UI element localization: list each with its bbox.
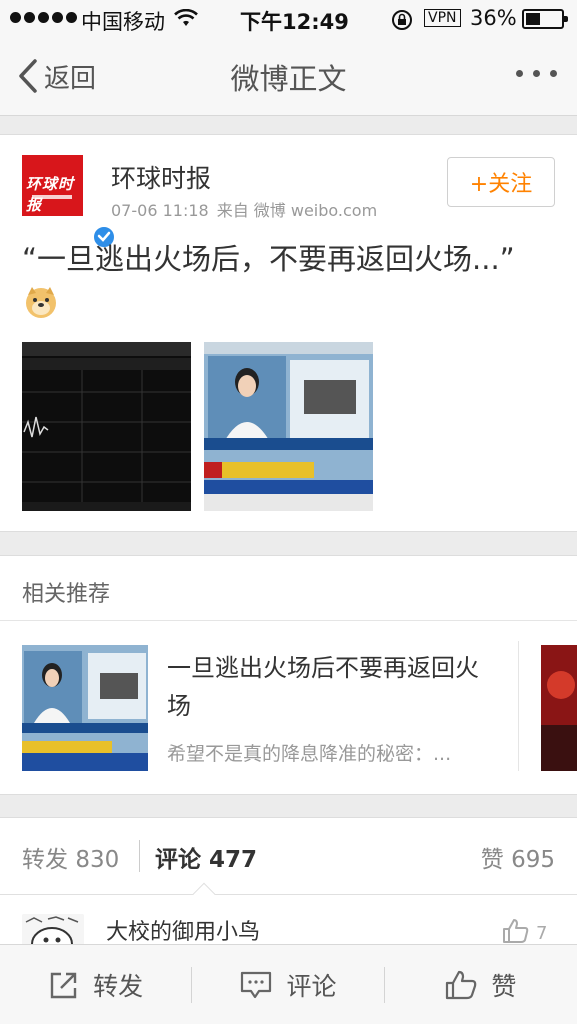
related-item[interactable]: 一旦逃出火场后不要再返回火场 希望不是真的降息降准的秘密：... — [0, 621, 520, 796]
comment-bubble-icon — [241, 971, 272, 998]
interaction-tabs: 转发 830 评论 477 赞 695 大校的御用小鸟 7 — [0, 817, 577, 948]
tab-reposts[interactable]: 转发 830 — [22, 840, 119, 874]
comment-like-count: 7 — [536, 923, 548, 944]
comment-username[interactable]: 大校的御用小鸟 — [106, 914, 260, 946]
comment-avatar[interactable] — [22, 914, 84, 948]
share-icon — [50, 972, 77, 998]
related-item-description: 希望不是真的降息降准的秘密：... — [167, 743, 452, 765]
vpn-badge: VPN — [424, 9, 461, 27]
related-section: 相关推荐 一旦逃出火场后不要再返回火场 希望不是真的降息降准的秘密：... — [0, 555, 577, 795]
battery-icon — [522, 9, 568, 29]
status-bar: 中国移动 下午12:49 VPN 36% — [0, 0, 577, 38]
like-button[interactable]: 赞 — [385, 945, 577, 1024]
comment-button[interactable]: 评论 — [192, 945, 384, 1024]
post-image-2[interactable] — [204, 342, 373, 511]
battery-percentage: 36% — [470, 6, 517, 30]
rotation-lock-icon — [392, 10, 412, 30]
post-time: 07-06 11:18 — [111, 201, 209, 220]
related-item-thumbnail — [22, 645, 148, 771]
tab-likes-label: 赞 — [480, 847, 504, 873]
related-item-headline: 一旦逃出火场后不要再返回火场 — [167, 654, 479, 720]
clock: 下午12:49 — [240, 10, 349, 34]
thumbs-up-icon — [503, 919, 529, 943]
page-title: 微博正文 — [230, 62, 347, 96]
tab-comments-count: 477 — [209, 847, 258, 873]
wifi-icon — [174, 9, 198, 26]
post-card: 环球时报 环球时报 07-06 11:18 来自 微博 weibo.com +关注… — [0, 134, 577, 532]
author-name[interactable]: 环球时报 — [111, 159, 211, 195]
post-body: “一旦逃出火场后，不要再返回火场...” — [22, 242, 515, 276]
post-source: 来自 微博 weibo.com — [216, 201, 378, 220]
tab-reposts-label: 转发 — [22, 847, 68, 873]
tab-reposts-count: 830 — [75, 847, 120, 873]
comment-like-button[interactable]: 7 — [502, 918, 547, 944]
doge-emoji-icon — [26, 287, 56, 318]
tab-likes[interactable]: 赞 695 — [481, 840, 555, 874]
post-image-1[interactable] — [22, 342, 191, 511]
active-tab-indicator — [192, 882, 216, 906]
signal-strength-icon — [10, 12, 77, 23]
like-button-label: 赞 — [491, 971, 517, 1001]
post-meta: 07-06 11:18 来自 微博 weibo.com — [111, 197, 385, 221]
follow-button[interactable]: +关注 — [447, 157, 555, 207]
tab-comments[interactable]: 评论 477 — [155, 840, 257, 874]
post-text: “一旦逃出火场后，不要再返回火场...” — [22, 237, 542, 325]
navigation-bar: 返回 微博正文 — [0, 38, 577, 116]
repost-button-label: 转发 — [93, 971, 144, 1001]
brand-logo: 环球时报 — [26, 175, 75, 214]
repost-button[interactable]: 转发 — [0, 945, 192, 1024]
tab-likes-count: 695 — [511, 847, 555, 873]
comment-button-label: 评论 — [286, 971, 337, 1001]
more-options-icon[interactable] — [516, 70, 557, 77]
author-avatar[interactable]: 环球时报 — [22, 155, 116, 249]
related-item-next-thumbnail[interactable] — [541, 645, 577, 771]
bottom-toolbar: 转发 评论 赞 — [0, 944, 577, 1024]
carrier-name: 中国移动 — [81, 10, 165, 34]
related-section-title: 相关推荐 — [22, 582, 111, 607]
thumbs-up-icon — [446, 970, 477, 999]
tab-comments-label: 评论 — [155, 847, 201, 873]
